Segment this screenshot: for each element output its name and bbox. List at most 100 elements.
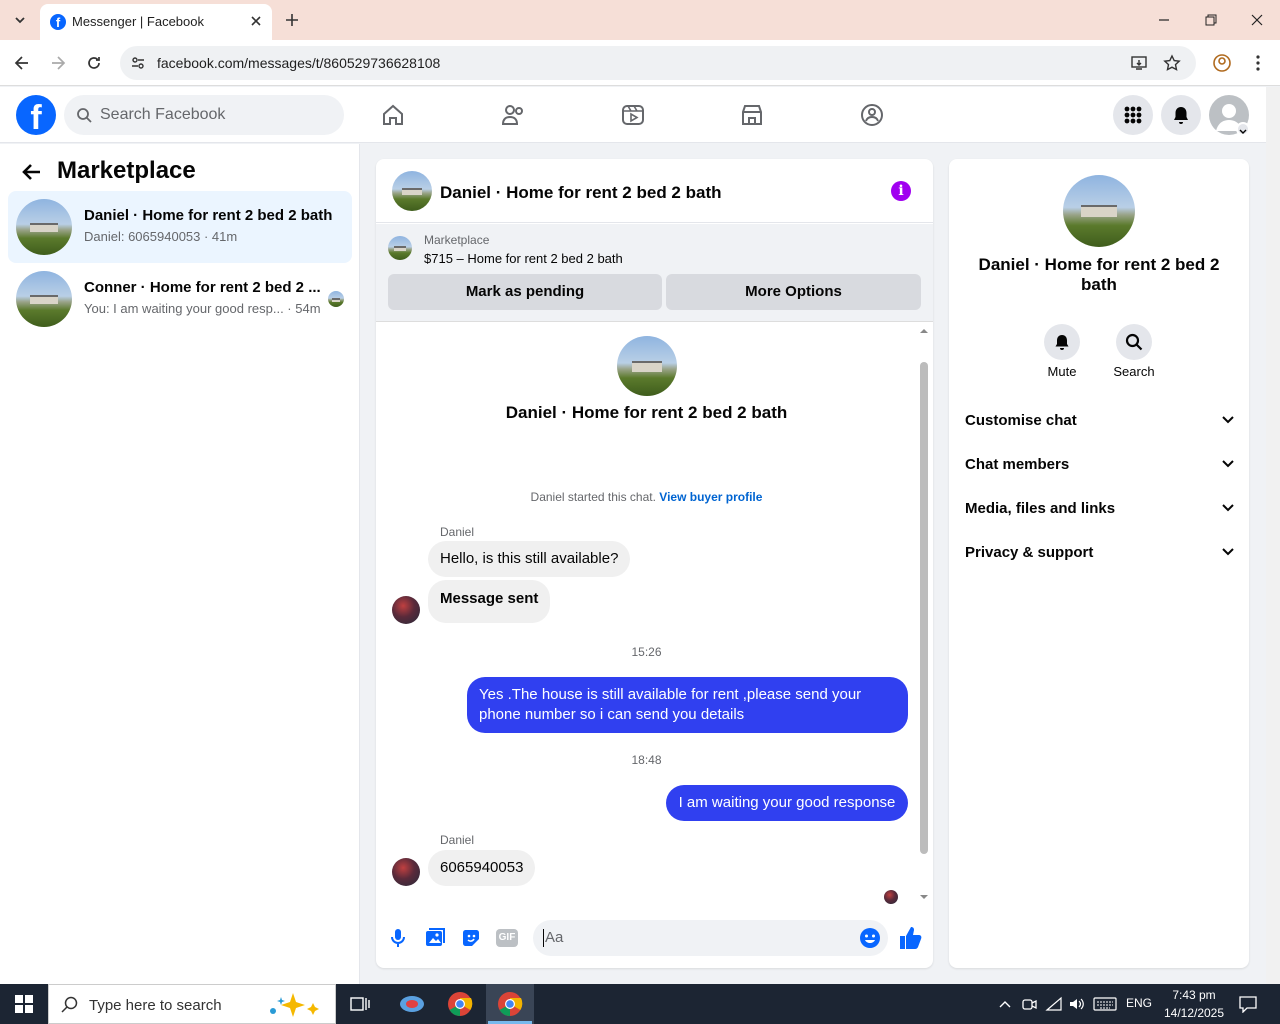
- browser-menu-icon[interactable]: [1250, 53, 1266, 73]
- language-indicator[interactable]: ENG: [1126, 996, 1152, 1010]
- media-files-links-section[interactable]: Media, files and links: [965, 486, 1235, 530]
- search-icon: [76, 107, 92, 123]
- outgoing-message[interactable]: I am waiting your good response: [666, 785, 908, 821]
- close-window-icon[interactable]: [1249, 12, 1265, 28]
- tray-chevron-up-icon[interactable]: [997, 996, 1013, 1012]
- view-buyer-profile-link[interactable]: View buyer profile: [659, 490, 762, 504]
- emoji-icon[interactable]: [859, 927, 881, 949]
- chevron-down-icon: [1222, 548, 1234, 556]
- marketplace-nav-icon[interactable]: [736, 99, 768, 131]
- close-tab-icon[interactable]: [248, 13, 264, 29]
- incoming-message[interactable]: Message sent: [428, 580, 551, 623]
- restore-window-icon[interactable]: [1203, 12, 1219, 28]
- search-label[interactable]: Search: [1104, 364, 1164, 379]
- sticker-icon[interactable]: [460, 927, 482, 949]
- back-arrow-icon[interactable]: [20, 160, 44, 184]
- chrome-active-icon[interactable]: [486, 984, 534, 1024]
- like-thumb-icon[interactable]: [898, 925, 922, 951]
- tab-search-chevron-icon[interactable]: [8, 8, 32, 32]
- conversation-item[interactable]: Daniel · Home for rent 2 bed 2 bath Dani…: [8, 191, 352, 263]
- keyboard-icon[interactable]: [1093, 996, 1117, 1012]
- tab-title: Messenger | Facebook: [72, 14, 204, 29]
- chrome-icon[interactable]: [436, 984, 484, 1024]
- taskbar-search-placeholder: Type here to search: [89, 997, 222, 1014]
- notifications-bell-icon[interactable]: [1161, 95, 1201, 135]
- facebook-logo[interactable]: f: [16, 95, 56, 135]
- chat-scrollbar[interactable]: [917, 324, 931, 904]
- address-bar[interactable]: facebook.com/messages/t/860529736628108: [120, 46, 1196, 80]
- groups-nav-icon[interactable]: [856, 99, 888, 131]
- taskbar-search-box[interactable]: Type here to search: [48, 984, 336, 1024]
- photo-attach-icon[interactable]: [424, 927, 446, 949]
- sender-avatar[interactable]: [392, 858, 420, 886]
- conversation-preview: Daniel: 6065940053 · 41m: [84, 229, 238, 244]
- conversation-item[interactable]: Conner · Home for rent 2 bed 2 ... You: …: [8, 263, 352, 335]
- mute-label[interactable]: Mute: [1032, 364, 1092, 379]
- conversation-name: Daniel · Home for rent 2 bed 2 bath: [84, 207, 333, 224]
- incoming-message[interactable]: 6065940053: [428, 850, 536, 886]
- minimize-window-icon[interactable]: [1156, 12, 1172, 28]
- task-view-icon[interactable]: [336, 984, 384, 1024]
- details-name: Daniel · Home for rent 2 bed 2 bath: [978, 255, 1220, 294]
- notification-center-icon[interactable]: [1238, 995, 1258, 1014]
- network-icon[interactable]: [1045, 996, 1063, 1012]
- gif-icon[interactable]: GIF: [496, 929, 518, 947]
- sender-avatar[interactable]: [392, 596, 420, 624]
- meet-now-icon[interactable]: [1021, 996, 1037, 1012]
- install-app-icon[interactable]: [1130, 54, 1148, 72]
- sender-name: Daniel: [440, 525, 475, 539]
- home-nav-icon[interactable]: [377, 99, 409, 131]
- windows-start-icon[interactable]: [0, 984, 48, 1024]
- section-label: Customise chat: [965, 411, 1077, 429]
- customise-chat-section[interactable]: Customise chat: [965, 398, 1235, 442]
- info-icon[interactable]: i: [891, 181, 911, 201]
- microphone-icon[interactable]: [389, 927, 407, 949]
- details-avatar[interactable]: [1063, 175, 1135, 247]
- search-in-chat-icon[interactable]: [1116, 324, 1152, 360]
- message-input[interactable]: Aa: [533, 920, 888, 956]
- taskbar-app-icon[interactable]: [388, 984, 436, 1024]
- section-label: Chat members: [965, 455, 1070, 473]
- forward-icon[interactable]: [48, 53, 68, 73]
- listing-title[interactable]: $715 – Home for rent 2 bed 2 bath: [424, 251, 623, 266]
- mark-pending-button[interactable]: Mark as pending: [388, 274, 662, 310]
- back-icon[interactable]: [12, 53, 32, 73]
- volume-icon[interactable]: [1068, 996, 1086, 1012]
- facebook-search-input[interactable]: Search Facebook: [64, 95, 344, 135]
- chevron-down-icon: [1222, 460, 1234, 468]
- section-label: Media, files and links: [965, 499, 1116, 517]
- search-placeholder: Search Facebook: [100, 106, 226, 123]
- listing-thumbnail: [16, 199, 72, 255]
- video-nav-icon[interactable]: [617, 99, 649, 131]
- chat-header-title[interactable]: Daniel · Home for rent 2 bed 2 bath: [440, 183, 722, 203]
- conversation-preview: You: I am waiting your good resp... · 54…: [84, 301, 321, 316]
- intro-avatar[interactable]: [617, 336, 677, 396]
- bookmark-star-icon[interactable]: [1163, 54, 1181, 72]
- chat-header-avatar[interactable]: [392, 171, 432, 211]
- outgoing-message[interactable]: Yes .The house is still available for re…: [467, 677, 908, 733]
- incoming-message[interactable]: Hello, is this still available?: [428, 541, 631, 577]
- menu-grid-icon[interactable]: [1113, 95, 1153, 135]
- site-info-icon[interactable]: [130, 55, 146, 71]
- chat-members-section[interactable]: Chat members: [965, 442, 1235, 486]
- clock-time[interactable]: 7:43 pm: [1160, 988, 1228, 1002]
- listing-banner-thumb[interactable]: [388, 236, 412, 260]
- browser-tab[interactable]: f Messenger | Facebook: [40, 4, 272, 40]
- url-text: facebook.com/messages/t/860529736628108: [157, 55, 441, 71]
- privacy-support-section[interactable]: Privacy & support: [965, 530, 1235, 574]
- seen-avatar: [328, 291, 344, 307]
- account-chevron-icon[interactable]: [1236, 122, 1250, 136]
- mute-bell-icon[interactable]: [1044, 324, 1080, 360]
- listing-source: Marketplace: [424, 233, 490, 247]
- clock-date[interactable]: 14/12/2025: [1160, 1006, 1228, 1020]
- page-scrollbar[interactable]: [1266, 87, 1280, 984]
- section-label: Privacy & support: [965, 543, 1094, 561]
- reload-icon[interactable]: [84, 53, 104, 73]
- more-options-button[interactable]: More Options: [666, 274, 921, 310]
- new-tab-icon[interactable]: [282, 10, 302, 30]
- intro-name: Daniel · Home for rent 2 bed 2 bath: [505, 403, 788, 422]
- profile-icon[interactable]: [1212, 53, 1232, 73]
- chat-start-note: Daniel started this chat. View buyer pro…: [376, 490, 917, 504]
- friends-nav-icon[interactable]: [497, 99, 529, 131]
- timestamp: 15:26: [631, 645, 662, 659]
